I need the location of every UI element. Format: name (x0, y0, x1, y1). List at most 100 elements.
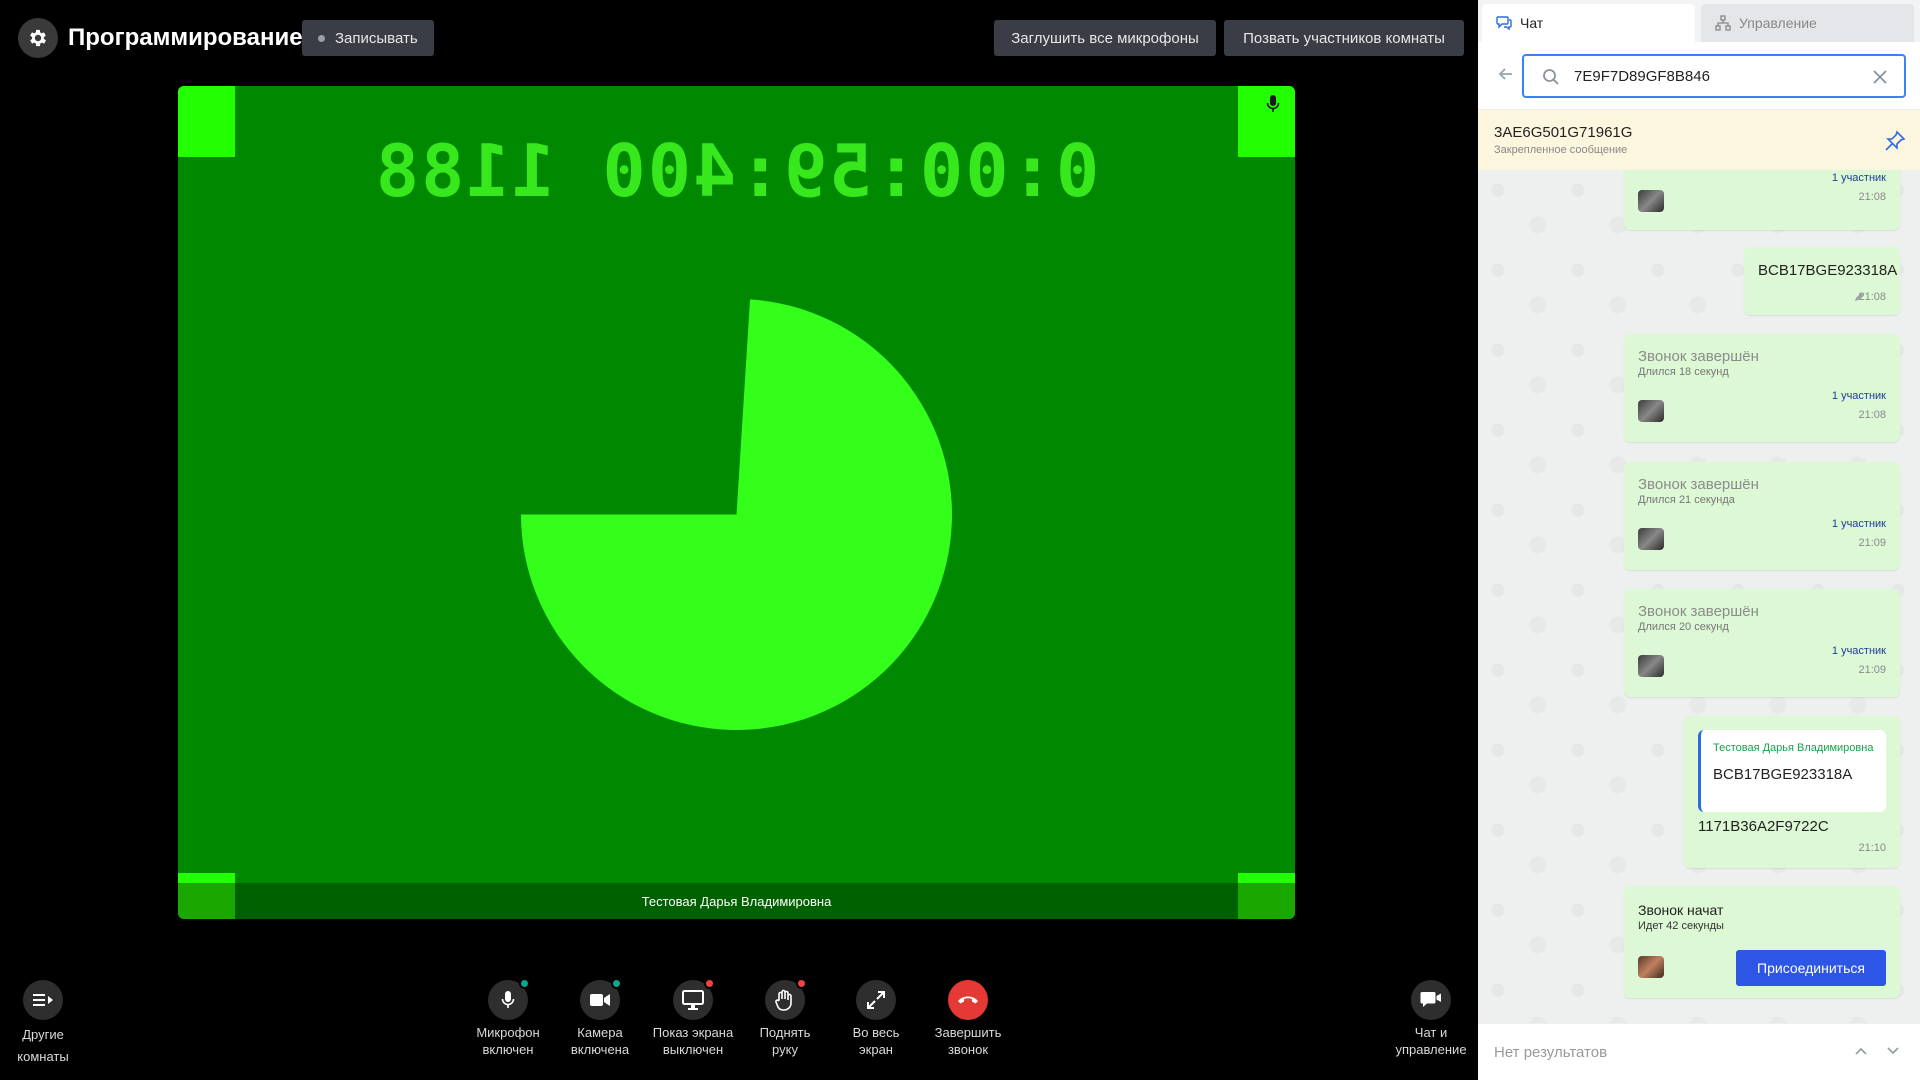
panel-tabs: Чат Управление (1478, 0, 1920, 42)
other-rooms-button[interactable]: Другие комнаты (0, 978, 93, 1068)
chevron-down-icon[interactable] (1886, 1044, 1900, 1058)
record-button[interactable]: Записывать (302, 20, 434, 56)
chat-video-icon (1411, 980, 1451, 1020)
phone-hangup-icon (948, 980, 988, 1020)
avatar (1638, 190, 1664, 212)
hierarchy-icon (1715, 15, 1731, 31)
mute-all-button[interactable]: Заглушить все микрофоны (994, 20, 1216, 56)
pinned-title: 3AE6G501G71961G (1494, 124, 1633, 141)
clear-search-icon[interactable] (1872, 69, 1888, 85)
call-title: Звонок завершён (1638, 348, 1759, 365)
chat-message[interactable]: Звонок завершён Длился 20 секунд 1 участ… (1624, 589, 1900, 697)
pin-icon[interactable] (1884, 130, 1906, 152)
avatar (1638, 528, 1664, 550)
other-rooms-label: Другие комнаты (17, 1027, 69, 1064)
expand-icon (856, 980, 896, 1020)
chat-messages: 1 участник 21:08 BCB17BGE923318A 21:08 З… (1478, 170, 1920, 1023)
search-box (1522, 54, 1906, 98)
quoted-message[interactable]: Тестовая Дарья Владимировна BCB17BGE9233… (1698, 730, 1886, 812)
status-dot (611, 978, 622, 989)
pinned-message[interactable]: 3AE6G501G71961G Закрепленное сообщение (1478, 110, 1920, 170)
join-call-button[interactable]: Присоединиться (1736, 950, 1886, 986)
message-time: 21:09 (1858, 664, 1886, 676)
microphone-icon (488, 978, 530, 1020)
pie-clock (521, 299, 952, 730)
message-time: 21:10 (1858, 842, 1886, 854)
quote-text: BCB17BGE923318A (1713, 766, 1853, 783)
corner-marker (178, 873, 235, 883)
participants-count: 1 участник (1831, 518, 1886, 530)
raise-hand-button[interactable]: Поднять руку (735, 978, 835, 1058)
top-bar: Программирование 1 Записывать Заглушить … (0, 0, 1478, 76)
back-arrow-icon[interactable] (1496, 64, 1516, 84)
message-time: 21:08 (1858, 409, 1886, 421)
tab-chat[interactable]: Чат (1482, 4, 1695, 42)
avatar (1638, 655, 1664, 677)
microphone-button[interactable]: Микрофон включен (458, 978, 558, 1058)
chat-message[interactable]: 1 участник 21:08 (1624, 170, 1900, 230)
status-dot (796, 978, 807, 989)
participant-name: Тестовая Дарья Владимировна (641, 893, 832, 909)
call-started-title: Звонок начат (1638, 902, 1724, 918)
camera-icon (580, 978, 622, 1020)
pie-slice (521, 299, 952, 730)
call-duration: Длился 20 секунд (1638, 621, 1729, 633)
chevron-up-icon[interactable] (1854, 1044, 1868, 1058)
participants-count: 1 участник (1831, 645, 1886, 657)
avatar (1638, 956, 1664, 978)
gear-icon (30, 29, 46, 47)
chat-message[interactable]: Звонок завершён Длился 21 секунда 1 учас… (1624, 462, 1900, 570)
invite-participants-button[interactable]: Позвать участников комнаты (1224, 20, 1464, 56)
participant-name-bar: Тестовая Дарья Владимировна (178, 883, 1295, 919)
tab-manage-label: Управление (1739, 15, 1817, 31)
end-call-button[interactable]: Завершить звонок (918, 978, 1018, 1058)
tab-manage[interactable]: Управление (1701, 4, 1914, 42)
message-time: 21:09 (1858, 537, 1886, 549)
message-time: 21:08 (1858, 291, 1886, 303)
message-text: BCB17BGE923318A (1758, 262, 1898, 279)
corner-marker (1238, 873, 1295, 883)
video-timecode: 0:00:59:400 1188 (373, 129, 1100, 213)
microphone-label: Микрофон включен (476, 1025, 540, 1057)
chat-message[interactable]: Звонок завершён Длился 18 секунд 1 участ… (1624, 334, 1900, 442)
list-icon (23, 980, 63, 1020)
chat-message-call-started[interactable]: Звонок начат Идет 42 секунды Присоединит… (1624, 886, 1900, 998)
record-label: Записывать (335, 29, 418, 47)
settings-button[interactable] (18, 18, 58, 58)
status-dot (519, 978, 530, 989)
fullscreen-button[interactable]: Во весь экран (826, 978, 926, 1058)
raise-hand-label: Поднять руку (759, 1025, 811, 1057)
search-results-footer: Нет результатов (1478, 1023, 1920, 1080)
chat-icon (1496, 16, 1512, 31)
monitor-icon (673, 978, 715, 1020)
chat-message[interactable]: BCB17BGE923318A 21:08 (1744, 247, 1900, 315)
chat-control-label: Чат и управление (1395, 1025, 1467, 1057)
call-duration: Длился 18 секунд (1638, 366, 1729, 378)
status-dot (704, 978, 715, 989)
room-title: Программирование 1 (68, 24, 323, 51)
search-icon (1543, 69, 1559, 85)
message-time: 21:08 (1858, 191, 1886, 203)
microphone-icon (1266, 95, 1280, 112)
chat-message-reply[interactable]: Тестовая Дарья Владимировна BCB17BGE9233… (1684, 716, 1900, 868)
search-row (1478, 42, 1920, 110)
quote-author: Тестовая Дарья Владимировна (1713, 742, 1874, 754)
call-duration: Длился 21 секунда (1638, 494, 1735, 506)
participants-count: 1 участник (1831, 172, 1886, 184)
call-title: Звонок завершён (1638, 476, 1759, 493)
hand-icon (765, 978, 807, 1020)
camera-label: Камера включена (570, 1025, 630, 1057)
end-call-label: Завершить звонок (934, 1025, 1002, 1057)
participants-count: 1 участник (1831, 390, 1886, 402)
pinned-subtitle: Закрепленное сообщение (1494, 144, 1628, 156)
camera-button[interactable]: Камера включена (550, 978, 650, 1058)
no-results-text: Нет результатов (1494, 1044, 1608, 1061)
call-title: Звонок завершён (1638, 603, 1759, 620)
video-tile[interactable]: 0:00:59:400 1188 Тестовая Дарья Владимир… (178, 86, 1295, 919)
fullscreen-label: Во весь экран (852, 1025, 900, 1057)
message-text: 1171B36A2F9722C (1698, 818, 1829, 835)
screen-share-button[interactable]: Показ экрана выключен (643, 978, 743, 1058)
tab-chat-label: Чат (1520, 15, 1544, 31)
chat-control-button[interactable]: Чат и управление (1381, 978, 1481, 1058)
search-input[interactable] (1574, 64, 1854, 88)
